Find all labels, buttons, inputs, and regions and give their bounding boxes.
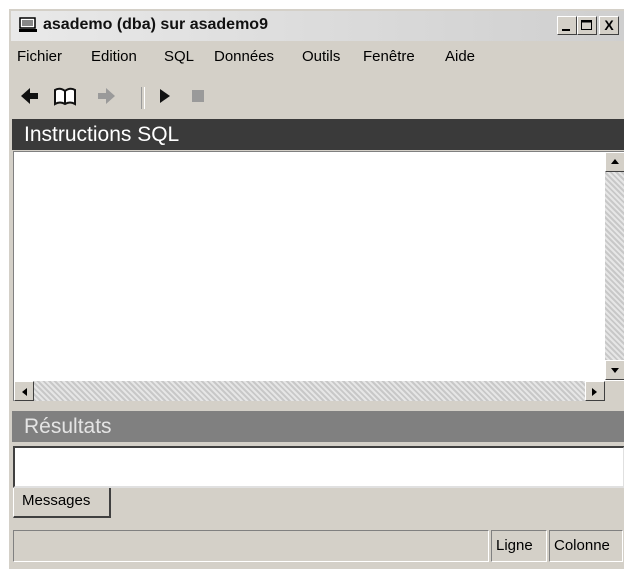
open-book-icon[interactable] — [53, 85, 76, 107]
menu-aide[interactable]: Aide — [445, 48, 475, 65]
title-bar[interactable]: asademo (dba) sur asademo9 X — [11, 11, 624, 41]
close-icon: X — [604, 17, 614, 33]
toolbar-separator — [141, 87, 145, 109]
menu-outils[interactable]: Outils — [302, 48, 340, 65]
close-button[interactable]: X — [599, 16, 619, 35]
computer-icon — [19, 17, 37, 33]
maximize-icon — [578, 20, 596, 37]
results-area[interactable] — [13, 446, 624, 488]
results-tabstrip: Messages — [13, 488, 624, 520]
scrollbar-corner — [605, 381, 624, 401]
forward-arrow-icon[interactable] — [95, 85, 117, 107]
tab-messages[interactable]: Messages — [13, 488, 111, 518]
toolbar — [11, 79, 624, 115]
results-panel-header: Résultats — [12, 411, 624, 442]
status-line: Ligne — [491, 530, 547, 562]
scroll-up-icon — [611, 159, 619, 164]
application-window: asademo (dba) sur asademo9 X Fichier Edi… — [8, 8, 624, 569]
minimize-icon — [558, 21, 576, 37]
scroll-right-icon — [592, 388, 597, 396]
scroll-down-icon — [611, 368, 619, 373]
horizontal-scrollbar[interactable] — [14, 381, 605, 401]
sql-panel-header: Instructions SQL — [12, 119, 624, 150]
stop-icon[interactable] — [187, 85, 209, 107]
menu-fenetre[interactable]: Fenêtre — [363, 48, 415, 65]
sql-editor[interactable] — [13, 151, 624, 401]
scroll-left-icon — [22, 388, 27, 396]
vertical-scrollbar[interactable] — [605, 152, 624, 380]
minimize-button[interactable] — [557, 16, 577, 35]
maximize-button[interactable] — [577, 16, 597, 35]
menu-sql[interactable]: SQL — [164, 48, 194, 65]
menu-edition[interactable]: Edition — [91, 48, 137, 65]
back-arrow-icon[interactable] — [19, 85, 41, 107]
status-bar: Ligne Colonne — [13, 530, 624, 564]
scroll-up-button[interactable] — [605, 152, 624, 172]
menu-bar: Fichier Edition SQL Données Outils Fenêt… — [11, 43, 624, 69]
run-icon[interactable] — [153, 85, 175, 107]
menu-donnees[interactable]: Données — [214, 48, 274, 65]
menu-fichier[interactable]: Fichier — [17, 48, 62, 65]
status-column: Colonne — [549, 530, 623, 562]
scroll-right-button[interactable] — [585, 381, 605, 401]
scroll-down-button[interactable] — [605, 360, 624, 380]
window-title: asademo (dba) sur asademo9 — [43, 16, 268, 33]
status-message — [13, 530, 489, 562]
scroll-left-button[interactable] — [14, 381, 34, 401]
